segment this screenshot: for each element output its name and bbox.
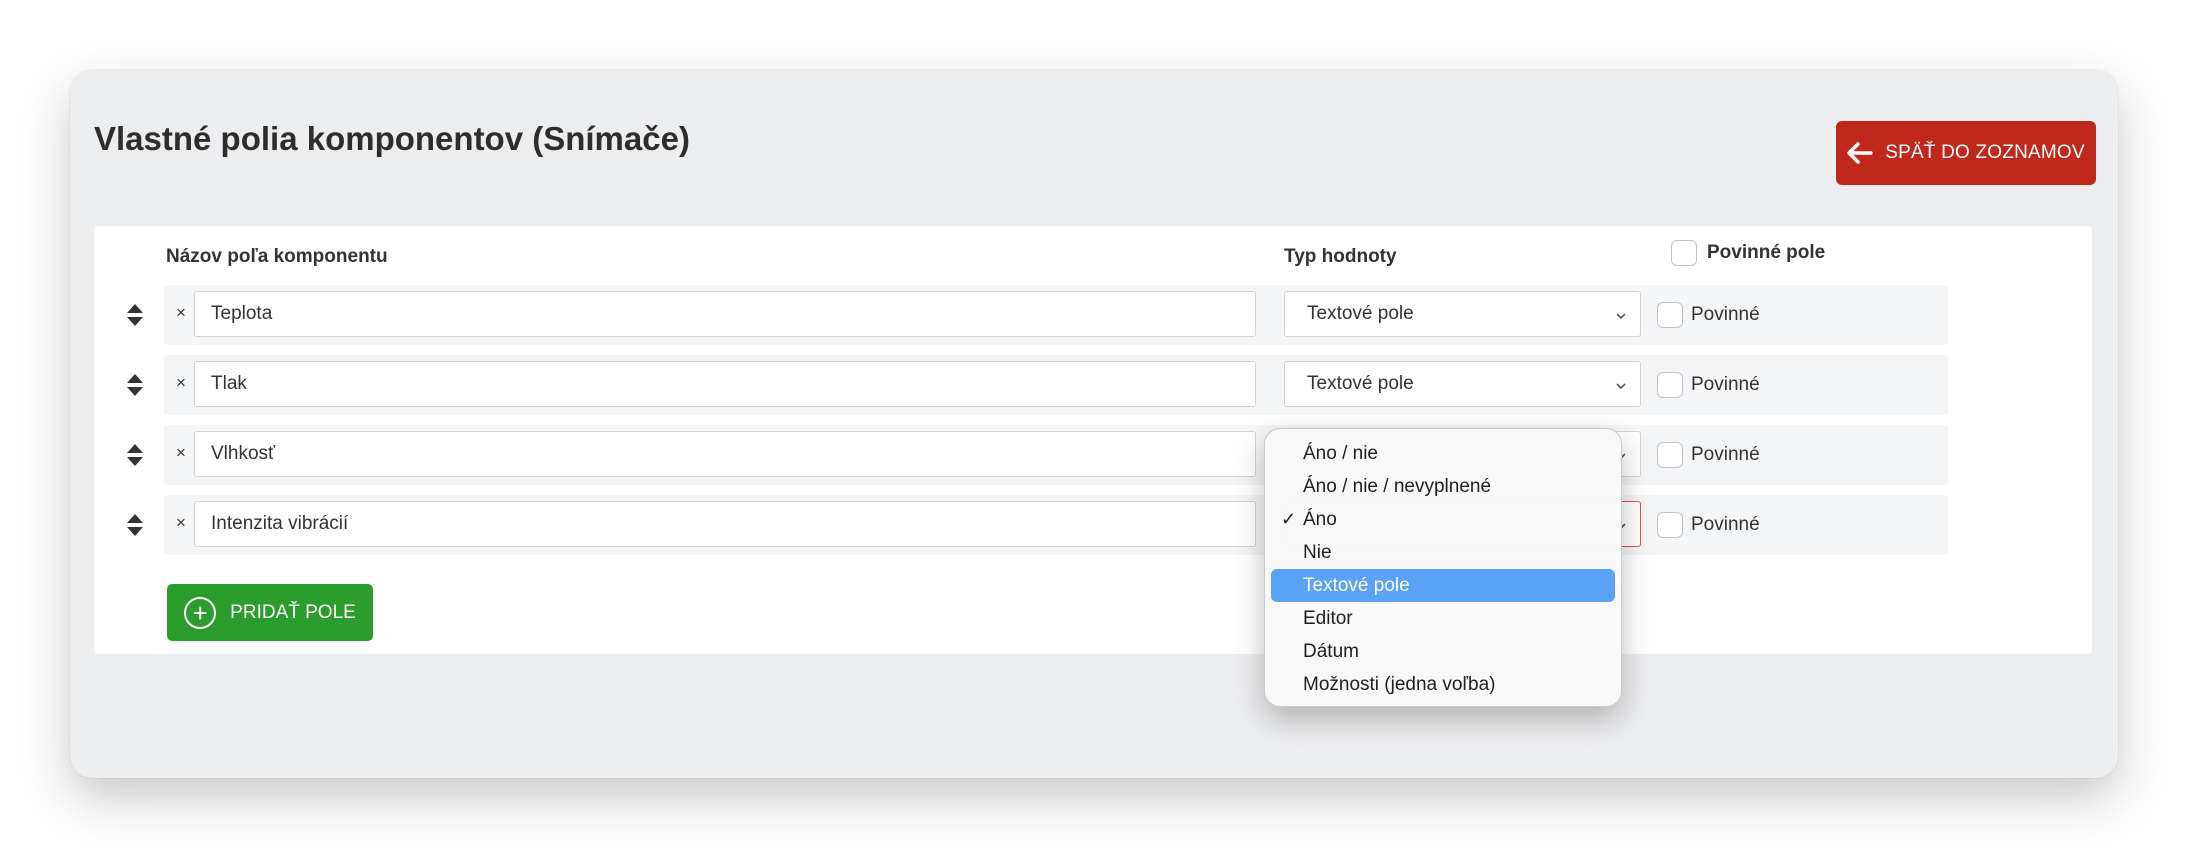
required-option[interactable]: Povinné — [1657, 512, 1760, 538]
value-type-dropdown-menu: Áno / nie Áno / nie / nevyplnené ✓ Áno N… — [1264, 428, 1622, 707]
required-checkbox[interactable] — [1657, 512, 1683, 538]
required-checkbox[interactable] — [1657, 442, 1683, 468]
remove-field-button[interactable]: × — [176, 513, 186, 533]
field-name-input[interactable] — [194, 431, 1256, 477]
field-name-input[interactable] — [194, 291, 1256, 337]
add-field-button[interactable]: + PRIDAŤ POLE — [167, 584, 373, 641]
required-label: Povinné — [1691, 444, 1760, 465]
value-type-selected: Textové pole — [1307, 373, 1414, 394]
required-option[interactable]: Povinné — [1657, 302, 1760, 328]
dropdown-option-label: Editor — [1303, 607, 1353, 629]
table-row: × Povinné — [127, 425, 1948, 485]
dropdown-option[interactable]: Áno / nie / nevyplnené — [1271, 470, 1615, 503]
remove-field-button[interactable]: × — [176, 373, 186, 393]
dropdown-option[interactable]: ✓ Áno — [1271, 503, 1615, 536]
chevron-down-icon — [1614, 307, 1628, 329]
sort-handle-icon[interactable] — [126, 513, 144, 537]
remove-field-button[interactable]: × — [176, 443, 186, 463]
app-window: Vlastné polia komponentov (Snímače) SPÄŤ… — [70, 70, 2118, 778]
required-checkbox[interactable] — [1657, 302, 1683, 328]
back-button-label: SPÄŤ DO ZOZNAMOV — [1885, 142, 2085, 163]
dropdown-option-label: Áno / nie / nevyplnené — [1303, 475, 1492, 497]
sort-handle-icon[interactable] — [126, 303, 144, 327]
dropdown-option[interactable]: Možnosti (jedna voľba) — [1271, 668, 1615, 701]
dropdown-option[interactable]: Dátum — [1271, 635, 1615, 668]
dropdown-option-label: Nie — [1303, 541, 1332, 563]
dropdown-option-label: Áno — [1303, 508, 1337, 530]
value-type-select[interactable]: Textové pole — [1284, 361, 1641, 407]
value-type-selected: Textové pole — [1307, 303, 1414, 324]
arrow-left-icon — [1847, 142, 1873, 164]
table-row: × Textové pole Povinné — [127, 285, 1948, 345]
dropdown-option-label: Áno / nie — [1303, 442, 1378, 464]
field-name-input[interactable] — [194, 501, 1256, 547]
custom-fields-panel: Názov poľa komponentu Typ hodnoty Povinn… — [94, 226, 2092, 654]
required-label: Povinné — [1691, 304, 1760, 325]
sort-handle-icon[interactable] — [126, 443, 144, 467]
checkmark-icon: ✓ — [1281, 509, 1297, 529]
required-label: Povinné — [1691, 514, 1760, 535]
required-label: Povinné — [1691, 374, 1760, 395]
dropdown-option[interactable]: Nie — [1271, 536, 1615, 569]
table-row: × Textové pole Povinné — [127, 355, 1948, 415]
table-row: × Povinné — [127, 495, 1948, 555]
back-to-lists-button[interactable]: SPÄŤ DO ZOZNAMOV — [1836, 121, 2096, 185]
dropdown-option-label: Dátum — [1303, 640, 1359, 662]
field-name-input[interactable] — [194, 361, 1256, 407]
sort-handle-icon[interactable] — [126, 373, 144, 397]
required-option[interactable]: Povinné — [1657, 372, 1760, 398]
dropdown-option-highlighted[interactable]: Textové pole — [1271, 569, 1615, 602]
required-all-checkbox[interactable] — [1671, 240, 1697, 266]
dropdown-option[interactable]: Editor — [1271, 602, 1615, 635]
chevron-down-icon — [1614, 377, 1628, 399]
remove-field-button[interactable]: × — [176, 303, 186, 323]
required-checkbox[interactable] — [1657, 372, 1683, 398]
plus-circle-icon: + — [184, 596, 217, 629]
page-title: Vlastné polia komponentov (Snímače) — [94, 120, 690, 157]
add-field-label: PRIDAŤ POLE — [230, 601, 356, 623]
required-option[interactable]: Povinné — [1657, 442, 1760, 468]
column-header-required-label: Povinné pole — [1707, 242, 1826, 263]
column-header-name: Názov poľa komponentu — [166, 246, 388, 267]
value-type-select[interactable]: Textové pole — [1284, 291, 1641, 337]
dropdown-option[interactable]: Áno / nie — [1271, 437, 1615, 470]
column-header-required: Povinné pole — [1671, 240, 1825, 266]
column-header-type: Typ hodnoty — [1284, 246, 1397, 267]
dropdown-option-label: Textové pole — [1303, 574, 1410, 596]
dropdown-option-label: Možnosti (jedna voľba) — [1303, 673, 1496, 695]
